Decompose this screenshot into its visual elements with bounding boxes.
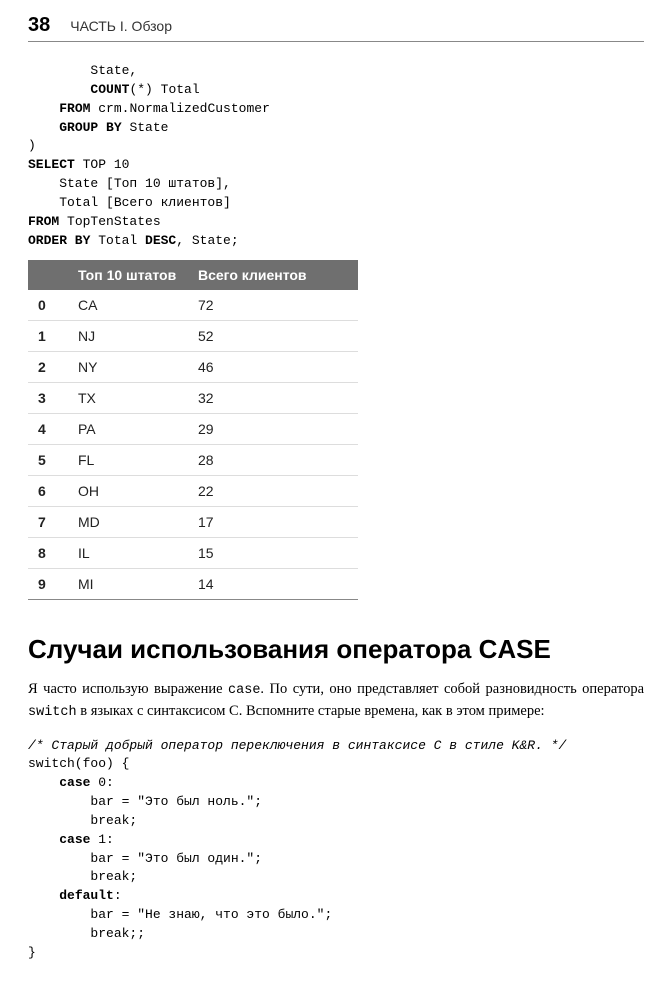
- cell-total: 52: [188, 321, 358, 352]
- cell-index: 7: [28, 507, 68, 538]
- code-line: ): [28, 138, 36, 153]
- page-number: 38: [28, 14, 50, 37]
- table-row: 6OH22: [28, 476, 358, 507]
- code-line: FROM TopTenStates: [28, 214, 161, 229]
- code-line: State,: [28, 63, 137, 78]
- cell-state: FL: [68, 445, 188, 476]
- section-heading: Случаи использования оператора CASE: [28, 634, 644, 665]
- cell-total: 28: [188, 445, 358, 476]
- inline-code: case: [228, 683, 260, 698]
- code-line: case 1:: [28, 832, 114, 847]
- cell-index: 6: [28, 476, 68, 507]
- code-line: break;: [28, 869, 137, 884]
- page-header: 38 ЧАСТЬ I. Обзор: [28, 14, 644, 42]
- code-line: }: [28, 945, 36, 960]
- cell-state: IL: [68, 538, 188, 569]
- code-line: default:: [28, 888, 122, 903]
- col-state: Топ 10 штатов: [68, 260, 188, 290]
- book-page: 38 ЧАСТЬ I. Обзор State, COUNT(*) Total …: [0, 0, 672, 993]
- col-index: [28, 260, 68, 290]
- cell-index: 1: [28, 321, 68, 352]
- cell-total: 14: [188, 569, 358, 600]
- cell-state: CA: [68, 290, 188, 321]
- cell-total: 32: [188, 383, 358, 414]
- cell-state: OH: [68, 476, 188, 507]
- code-line: COUNT(*) Total: [28, 82, 200, 97]
- code-line: State [Топ 10 штатов],: [28, 176, 231, 191]
- cell-state: NJ: [68, 321, 188, 352]
- cell-total: 15: [188, 538, 358, 569]
- cell-state: MI: [68, 569, 188, 600]
- code-line: case 0:: [28, 775, 114, 790]
- cell-state: MD: [68, 507, 188, 538]
- cell-index: 2: [28, 352, 68, 383]
- cell-total: 72: [188, 290, 358, 321]
- table-row: 0CA72: [28, 290, 358, 321]
- cell-state: PA: [68, 414, 188, 445]
- code-line: break;;: [28, 926, 145, 941]
- table-row: 2NY46: [28, 352, 358, 383]
- code-line: GROUP BY State: [28, 120, 168, 135]
- cell-total: 29: [188, 414, 358, 445]
- code-line: FROM crm.NormalizedCustomer: [28, 101, 270, 116]
- table-row: 5FL28: [28, 445, 358, 476]
- cell-state: NY: [68, 352, 188, 383]
- code-line: switch(foo) {: [28, 756, 129, 771]
- cell-total: 22: [188, 476, 358, 507]
- table-header-row: Топ 10 штатов Всего клиентов: [28, 260, 358, 290]
- cell-index: 5: [28, 445, 68, 476]
- cell-state: TX: [68, 383, 188, 414]
- table-row: 9MI14: [28, 569, 358, 600]
- cell-index: 9: [28, 569, 68, 600]
- table-row: 4PA29: [28, 414, 358, 445]
- code-line: Total [Всего клиентов]: [28, 195, 231, 210]
- code-comment: /* Старый добрый оператор переключения в…: [28, 738, 566, 753]
- cell-total: 46: [188, 352, 358, 383]
- table-row: 1NJ52: [28, 321, 358, 352]
- code-line: bar = "Это был один.";: [28, 851, 262, 866]
- code-line: bar = "Это был ноль.";: [28, 794, 262, 809]
- table-row: 7MD17: [28, 507, 358, 538]
- cell-index: 0: [28, 290, 68, 321]
- cell-index: 8: [28, 538, 68, 569]
- cell-index: 3: [28, 383, 68, 414]
- section-title: ЧАСТЬ I. Обзор: [70, 18, 172, 34]
- code-line: SELECT TOP 10: [28, 157, 129, 172]
- code-line: ORDER BY Total DESC, State;: [28, 233, 239, 248]
- table-row: 8IL15: [28, 538, 358, 569]
- result-table: Топ 10 штатов Всего клиентов 0CA721NJ522…: [28, 260, 358, 600]
- sql-code-block: State, COUNT(*) Total FROM crm.Normalize…: [28, 62, 644, 250]
- c-code-block: /* Старый добрый оператор переключения в…: [28, 737, 644, 963]
- code-line: break;: [28, 813, 137, 828]
- inline-code: switch: [28, 705, 77, 720]
- code-line: bar = "Не знаю, что это было.";: [28, 907, 332, 922]
- body-paragraph: Я часто использую выражение case. По сут…: [28, 679, 644, 722]
- cell-index: 4: [28, 414, 68, 445]
- cell-total: 17: [188, 507, 358, 538]
- table-row: 3TX32: [28, 383, 358, 414]
- col-total: Всего клиентов: [188, 260, 358, 290]
